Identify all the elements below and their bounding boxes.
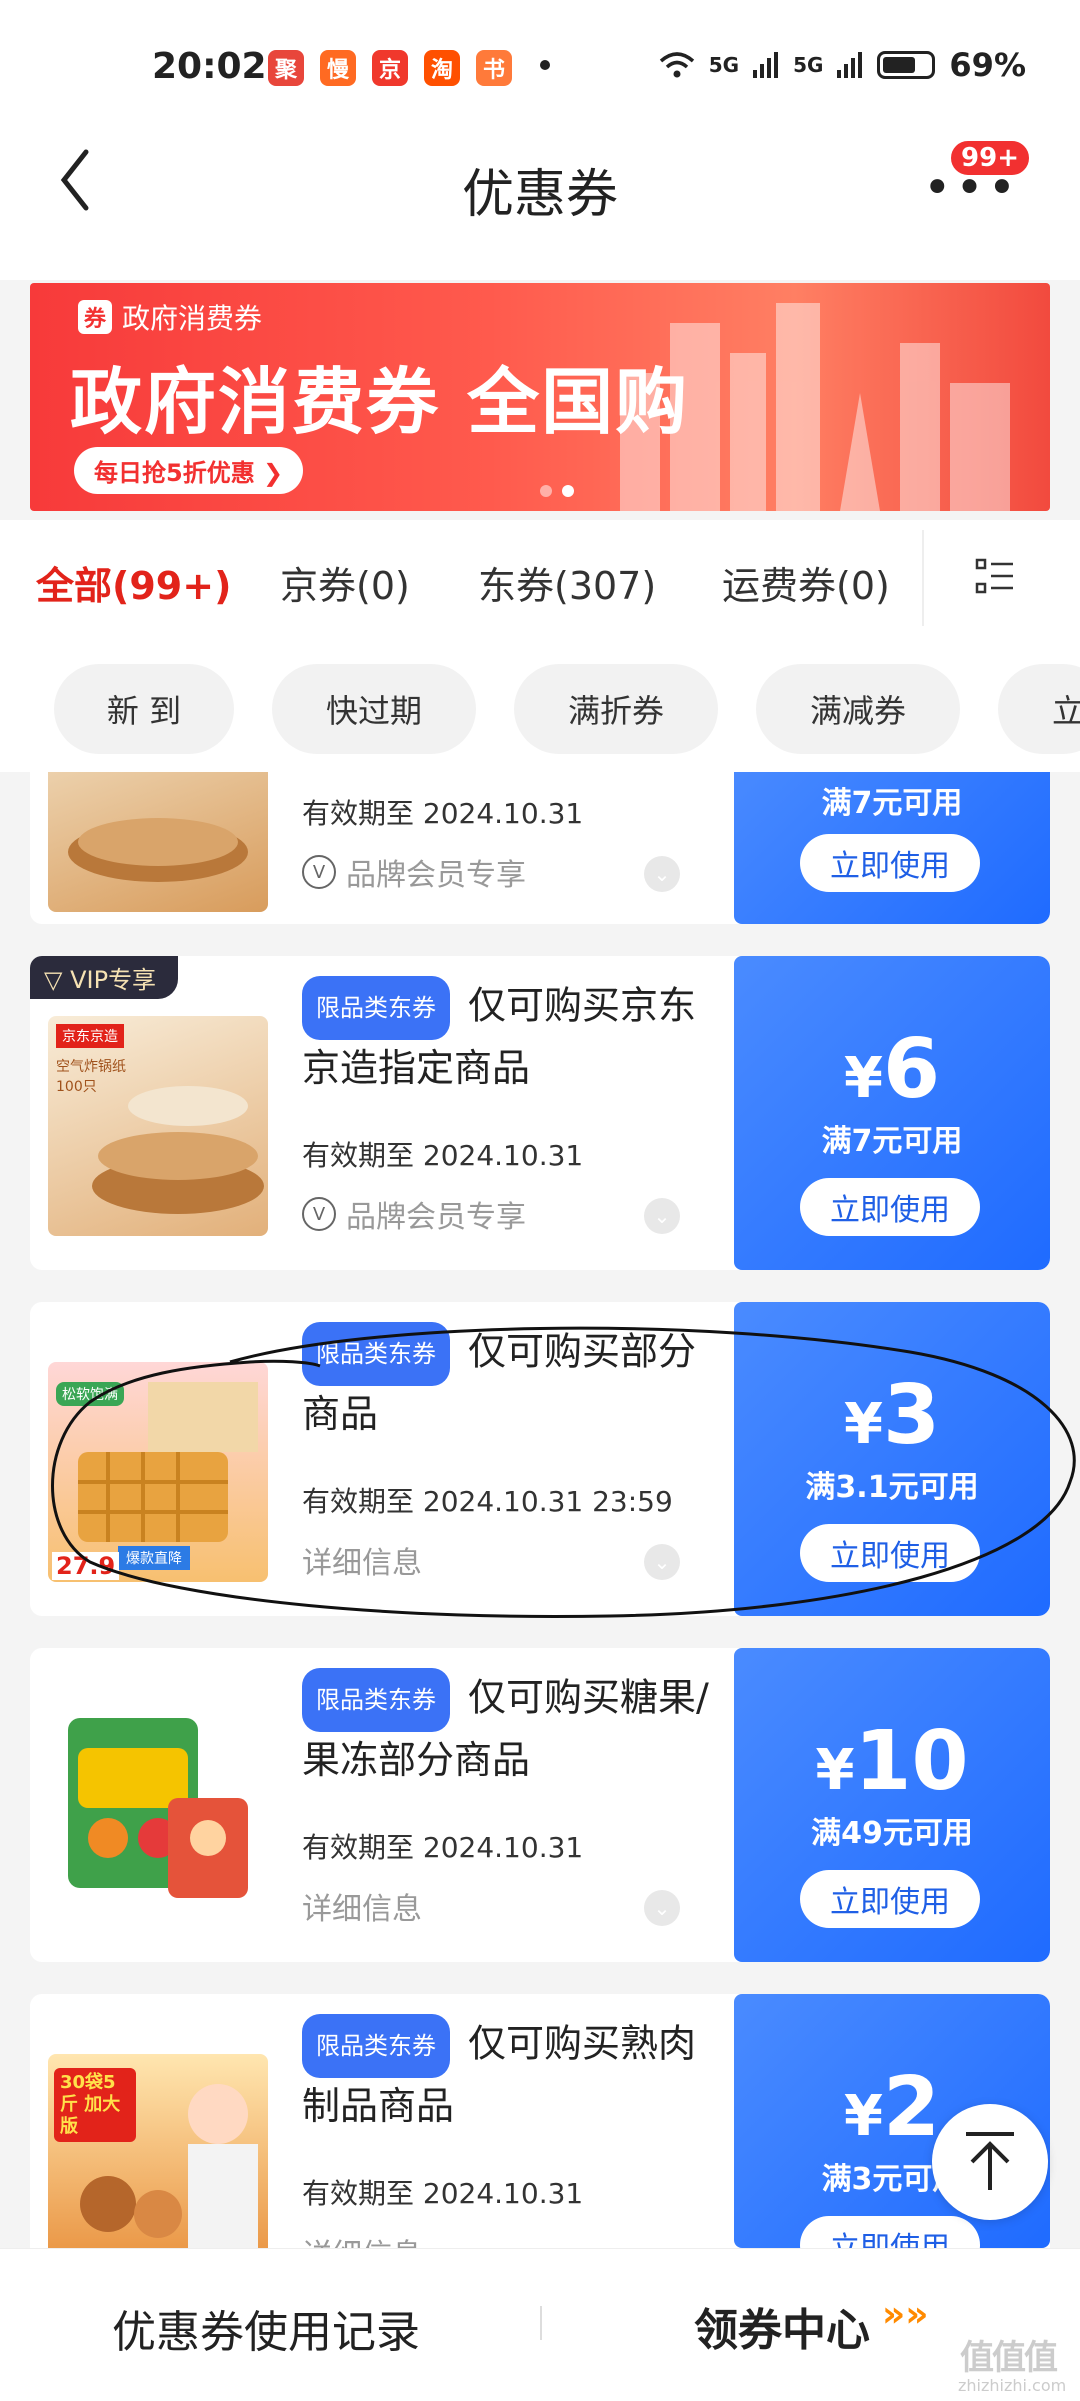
chevron-down-icon[interactable]: ⌄: [644, 1890, 680, 1926]
coupon-history-link[interactable]: 优惠券使用记录: [112, 2296, 420, 2360]
app-notification-icon: 聚: [268, 50, 304, 86]
coupon-value-panel: 满7元可用 立即使用: [734, 772, 1050, 924]
coupon-title: 限品类东券 仅可购买京东京造指定商品: [302, 976, 722, 1096]
amount-value: 2: [882, 2060, 941, 2155]
list-view-icon[interactable]: [975, 556, 1015, 596]
coupon-value-panel: ¥10 满49元可用 立即使用: [734, 1648, 1050, 1962]
banner-tag: 券 政府消费券: [78, 297, 262, 337]
coupon-amount: ¥10: [734, 1714, 1050, 1809]
filter-reduction[interactable]: 满减券: [756, 664, 960, 754]
coupon-card: 有效期至 2024.10.31 V 品牌会员专享 ⌄ 满7元可用 立即使用: [30, 772, 1050, 924]
filter-new[interactable]: 新 到: [54, 664, 234, 754]
product-thumbnail: [48, 1698, 268, 1918]
tab-divider: [922, 530, 924, 626]
filter-expiring[interactable]: 快过期: [272, 664, 476, 754]
category-limit-tag: 限品类东券: [302, 2014, 450, 2078]
product-thumbnail: [48, 772, 268, 912]
use-now-button[interactable]: 立即使用: [800, 1178, 980, 1236]
coupon-detail-link[interactable]: 详细信息: [302, 2230, 422, 2248]
filter-more[interactable]: 立: [998, 664, 1080, 754]
coupon-title: 限品类东券 仅可购买熟肉制品商品: [302, 2014, 722, 2134]
coupon-detail-link[interactable]: 详细信息: [302, 1884, 422, 1928]
brand-member-icon: V: [302, 1197, 336, 1231]
status-right: 5G 5G 69%: [659, 46, 1026, 84]
coupon-amount: ¥6: [734, 1022, 1050, 1117]
watermark: 值值值: [960, 2338, 1058, 2378]
coupon-condition: 满7元可用: [821, 786, 963, 821]
category-limit-tag: 限品类东券: [302, 1668, 450, 1732]
banner-cta-button[interactable]: 每日抢5折优惠 ❯: [74, 447, 304, 494]
status-dot: [540, 60, 550, 70]
tab-all[interactable]: 全部(99+): [36, 555, 231, 610]
coupon-tag-icon: 券: [78, 300, 112, 334]
app-notification-icon: 京: [372, 50, 408, 86]
banner-headline: 政府消费券 全国购: [70, 360, 690, 444]
bottom-divider: [540, 2306, 542, 2340]
back-to-top-button[interactable]: [932, 2104, 1048, 2220]
coupon-expiry: 有效期至 2024.10.31: [302, 1139, 584, 1172]
use-now-button[interactable]: 立即使用: [800, 834, 980, 892]
currency-symbol: ¥: [843, 2084, 883, 2149]
coupon-center-link[interactable]: 领券中心: [694, 2294, 870, 2358]
use-now-button[interactable]: 立即使用: [800, 2216, 980, 2248]
product-thumbnail: 30袋5斤 加大版: [48, 2054, 268, 2248]
status-app-icons: 聚 慢 京 淘 书: [268, 50, 512, 86]
vip-badge-label: VIP专享: [70, 966, 157, 994]
double-chevron-right-icon: »»: [882, 2294, 929, 2335]
coupon-detail-label: 详细信息: [302, 2230, 422, 2248]
coupon-expiry: 有效期至 2024.10.31: [302, 2177, 584, 2210]
coupon-detail-label: 详细信息: [302, 1892, 422, 1927]
brand-member-icon: V: [302, 855, 336, 889]
coupon-value-panel: ¥6 满7元可用 立即使用: [734, 956, 1050, 1270]
amount-value: 10: [854, 1714, 969, 1809]
message-badge: 99+: [948, 138, 1032, 178]
hand-drawn-circle-annotation: [51, 1326, 1076, 1619]
coupon-card: 限品类东券 仅可购买糖果/果冻部分商品 有效期至 2024.10.31 详细信息 …: [30, 1648, 1050, 1962]
app-notification-icon: 淘: [424, 50, 460, 86]
coupon-detail-link[interactable]: V 品牌会员专享: [302, 1192, 526, 1236]
arrow-up-icon: [966, 2132, 1014, 2190]
currency-symbol: ¥: [815, 1738, 855, 1803]
tab-dong-coupon[interactable]: 东券(307): [478, 555, 656, 610]
status-time: 20:02: [152, 46, 267, 87]
use-now-button[interactable]: 立即使用: [800, 1870, 980, 1928]
product-thumbnail: 京东京造 空气炸锅纸 100只: [48, 1016, 268, 1236]
coupon-detail-link[interactable]: V 品牌会员专享: [302, 850, 526, 894]
tab-shipping-coupon[interactable]: 运费券(0): [722, 555, 890, 610]
page-title: 优惠券: [461, 165, 618, 225]
app-notification-icon: 书: [476, 50, 512, 86]
coupon-detail-label: 品牌会员专享: [346, 858, 526, 893]
filter-discount[interactable]: 满折券: [514, 664, 718, 754]
signal-bars-icon: [837, 52, 863, 78]
status-bar: 20:02 聚 慢 京 淘 书 5G 5G 69%: [0, 0, 1080, 140]
coupon-title: 限品类东券 仅可购买糖果/果冻部分商品: [302, 1668, 722, 1788]
signal-icon: 5G: [708, 53, 740, 77]
coupon-detail-label: 品牌会员专享: [346, 1200, 526, 1235]
coupon-expiry: 有效期至 2024.10.31: [302, 1831, 584, 1864]
watermark-url: zhizhizhi.com: [958, 2376, 1067, 2395]
currency-symbol: ¥: [843, 1046, 883, 1111]
wifi-icon: [659, 52, 694, 78]
banner-pagination: [540, 485, 574, 497]
coupon-condition: 满7元可用: [821, 1124, 963, 1159]
promo-banner[interactable]: 券 政府消费券 政府消费券 全国购 每日抢5折优惠 ❯: [30, 283, 1050, 511]
tab-jd-coupon[interactable]: 京券(0): [280, 555, 410, 610]
app-notification-icon: 慢: [320, 50, 356, 86]
banner-tag-label: 政府消费券: [122, 302, 263, 335]
signal-bars-icon: [753, 52, 779, 78]
battery-level: 69%: [949, 46, 1026, 84]
category-limit-tag: 限品类东券: [302, 976, 450, 1040]
chevron-down-icon[interactable]: ⌄: [644, 856, 680, 892]
coupon-card: 30袋5斤 加大版 限品类东券 仅可购买熟肉制品商品 有效期至 2024.10.3…: [30, 1994, 1050, 2248]
coupon-expiry: 有效期至 2024.10.31: [302, 797, 584, 830]
vip-badge: ▽ VIP专享: [30, 956, 179, 999]
chevron-down-icon[interactable]: ⌄: [644, 1198, 680, 1234]
amount-value: 6: [882, 1022, 941, 1117]
coupon-card: ▽ VIP专享 京东京造 空气炸锅纸 100只 限品类东券 仅可购买京东京造指定商…: [30, 956, 1050, 1270]
battery-icon: [877, 51, 936, 79]
signal-icon: 5G: [793, 53, 824, 77]
coupon-condition: 满49元可用: [811, 1816, 973, 1851]
